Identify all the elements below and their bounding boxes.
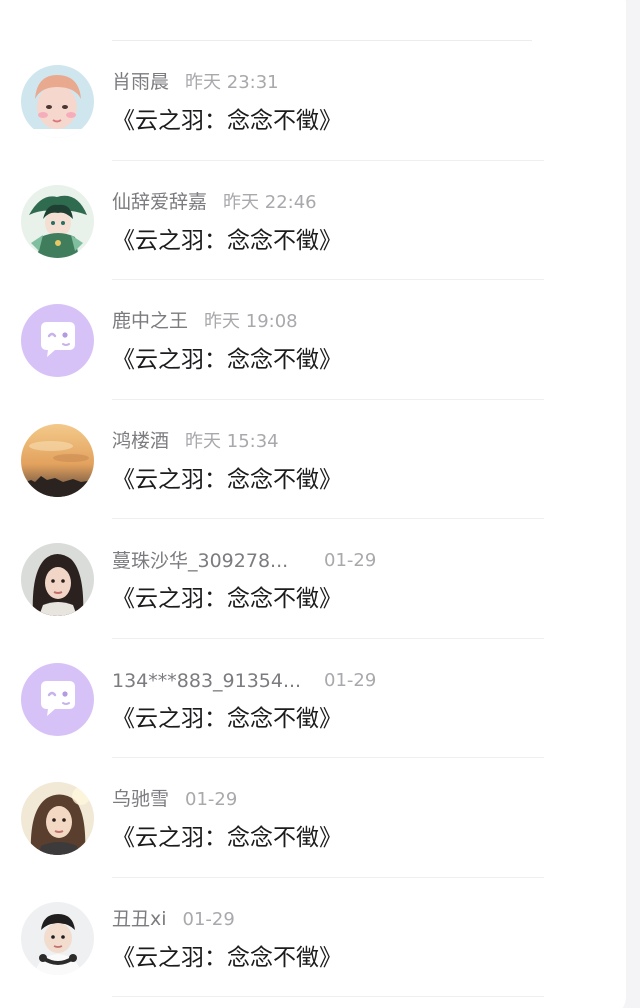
message-time: 昨天 15:34 [185, 430, 279, 452]
message-preview: 《云之羽：念念不徵》 [112, 466, 342, 493]
message-preview: 《云之羽：念念不徵》 [112, 586, 342, 612]
sender-name: 蔓珠沙华_309278... [112, 550, 289, 572]
message-list-page: 肖雨晨 昨天 23:31 《云之羽：念念不徵》 仙辞爱辞嘉 昨天 22:46 《… [0, 0, 640, 1008]
sender-name: 丑丑xi [112, 907, 167, 930]
sender-name: 乌驰雪 [112, 788, 170, 810]
avatar[interactable] [21, 662, 94, 736]
message-time: 01-29 [182, 908, 235, 930]
sender-name: 仙辞爱辞嘉 [112, 190, 208, 213]
message-time: 01-29 [185, 789, 238, 810]
message-preview: 《云之羽：念念不徵》 [112, 944, 342, 971]
message-preview: 《云之羽：念念不徵》 [112, 705, 342, 732]
avatar[interactable] [21, 304, 94, 377]
message-preview: 《云之羽：念念不徵》 [112, 825, 342, 851]
avatar[interactable] [21, 423, 94, 497]
list-item[interactable]: 肖雨晨 昨天 23:31 《云之羽：念念不徵》 [0, 41, 626, 161]
avatar[interactable] [21, 782, 94, 855]
divider [112, 996, 544, 997]
chat-bubble-icon [21, 662, 94, 736]
list-item[interactable]: 丑丑xi 01-29 《云之羽：念念不徵》 [0, 878, 626, 997]
message-preview: 《云之羽：念念不徵》 [112, 347, 342, 373]
anime-character-avatar-icon [21, 184, 94, 258]
list-item[interactable]: 鹿中之王 昨天 19:08 《云之羽：念念不徵》 [0, 280, 626, 400]
avatar[interactable] [21, 184, 94, 258]
list-item[interactable]: 仙辞爱辞嘉 昨天 22:46 《云之羽：念念不徵》 [0, 161, 626, 280]
sender-name: 鸿楼酒 [112, 429, 170, 452]
message-time: 01-29 [324, 550, 377, 571]
sender-name: 鹿中之王 [112, 310, 189, 332]
message-time: 昨天 23:31 [185, 72, 279, 93]
list-item[interactable]: 鸿楼酒 昨天 15:34 《云之羽：念念不徵》 [0, 400, 626, 519]
message-preview: 《云之羽：念念不徵》 [112, 227, 342, 254]
sender-name: 134***883_91354... [112, 669, 302, 692]
list-item[interactable]: 乌驰雪 01-29 《云之羽：念念不徵》 [0, 758, 626, 878]
avatar[interactable] [21, 543, 94, 616]
message-list: 肖雨晨 昨天 23:31 《云之羽：念念不徵》 仙辞爱辞嘉 昨天 22:46 《… [0, 41, 626, 997]
photo-woman-avatar-icon [21, 543, 94, 616]
photo-woman-avatar-icon [21, 782, 94, 855]
chat-bubble-icon [21, 304, 94, 377]
photo-girl-avatar-icon [21, 65, 94, 138]
message-time: 昨天 22:46 [223, 191, 317, 213]
avatar[interactable] [21, 65, 94, 138]
avatar[interactable] [21, 901, 94, 975]
sunset-avatar-icon [21, 423, 94, 497]
message-time: 01-29 [324, 669, 377, 691]
photo-boy-avatar-icon [21, 901, 94, 975]
message-time: 昨天 19:08 [204, 311, 298, 332]
message-preview: 《云之羽：念念不徵》 [112, 108, 342, 134]
sender-name: 肖雨晨 [112, 71, 170, 93]
list-item[interactable]: 蔓珠沙华_309278... 01-29 《云之羽：念念不徵》 [0, 519, 626, 639]
list-item[interactable]: 134***883_91354... 01-29 《云之羽：念念不徵》 [0, 639, 626, 758]
